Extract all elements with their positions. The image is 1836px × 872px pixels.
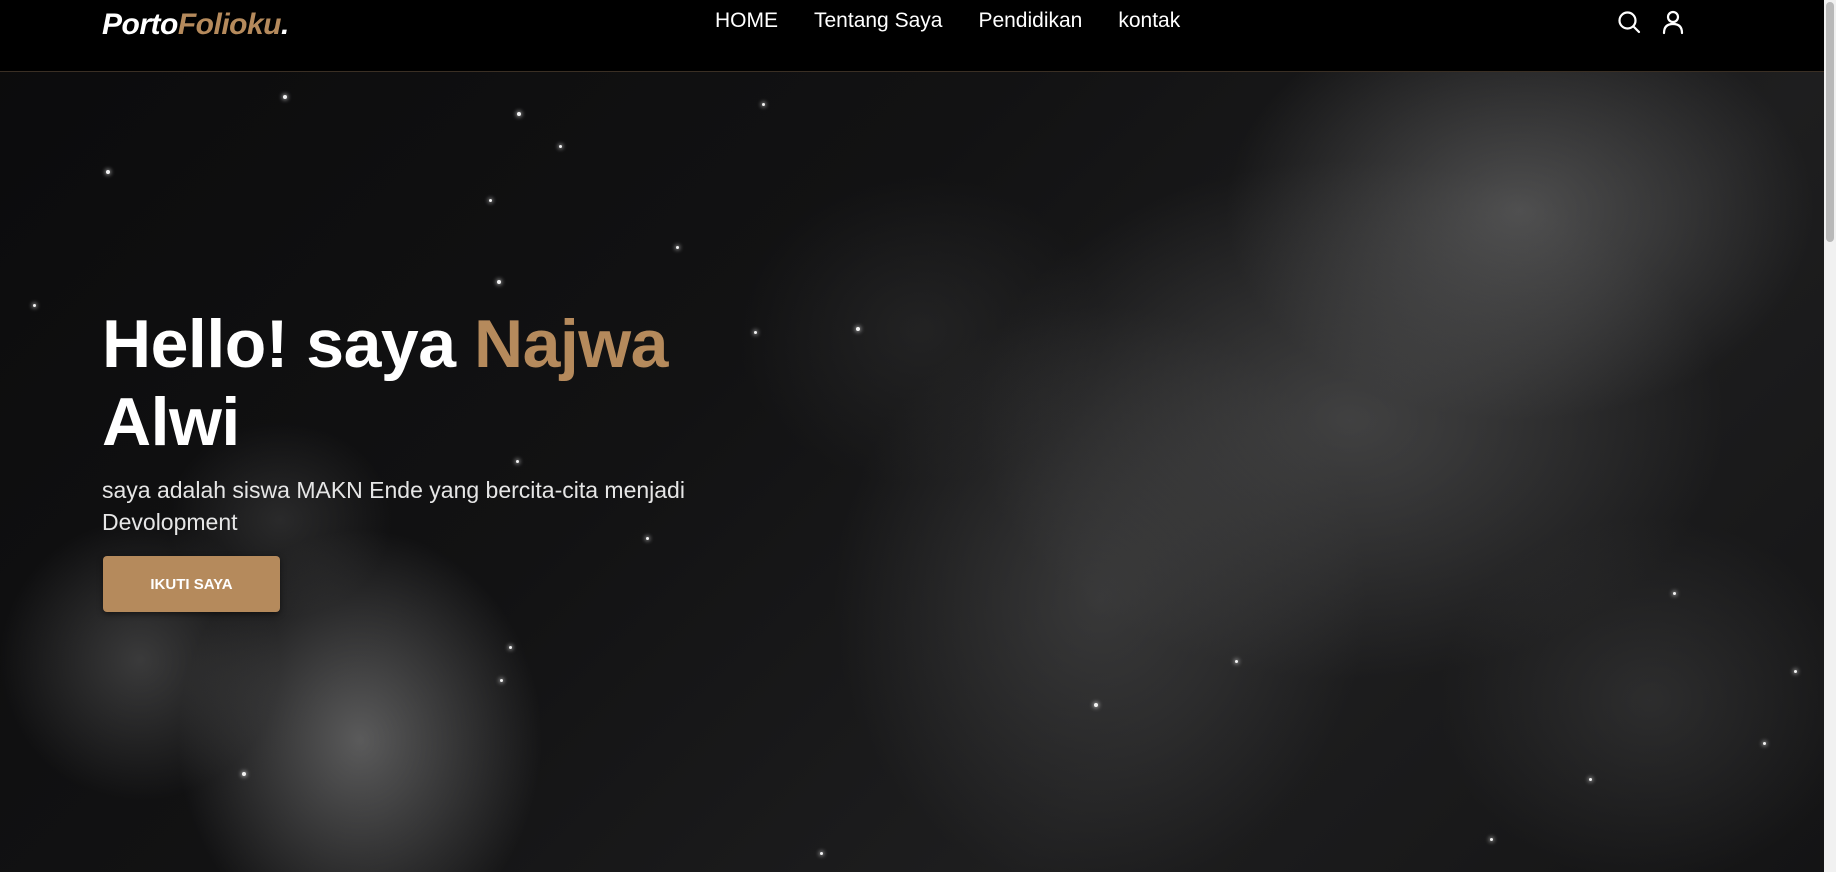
search-icon[interactable] [1616, 9, 1642, 35]
star [559, 145, 562, 148]
star [283, 95, 287, 99]
follow-me-button[interactable]: IKUTI SAYA [103, 556, 280, 612]
hero-title-name: Najwa [473, 306, 669, 382]
site-logo[interactable]: PortoFolioku. [102, 5, 289, 45]
user-icon[interactable] [1660, 9, 1686, 35]
page-scrollbar[interactable] [1824, 0, 1836, 872]
logo-dot: . [280, 8, 289, 41]
nav-item-home[interactable]: HOME [715, 6, 778, 36]
star [762, 103, 765, 106]
star [1794, 670, 1797, 673]
star [242, 772, 246, 776]
hero-title-prefix: Hello! saya [102, 306, 456, 382]
header-icons [1616, 9, 1686, 35]
site-header: PortoFolioku. HOME Tentang Saya Pendidik… [0, 0, 1824, 72]
star [1235, 660, 1238, 663]
logo-text-part1: Porto [102, 8, 178, 41]
star [820, 852, 823, 855]
nav-item-pendidikan[interactable]: Pendidikan [978, 6, 1082, 36]
star [509, 646, 512, 649]
nav-item-tentang-saya[interactable]: Tentang Saya [814, 6, 942, 36]
nav-item-kontak[interactable]: kontak [1118, 6, 1180, 36]
star [1673, 592, 1676, 595]
star [489, 199, 492, 202]
hero-title-last: Alwi [102, 384, 240, 460]
hero-subtitle: saya adalah siswa MAKN Ende yang bercita… [102, 477, 685, 535]
star [33, 304, 36, 307]
main-nav: HOME Tentang Saya Pendidikan kontak [715, 6, 1180, 36]
star [1763, 742, 1766, 745]
scrollbar-thumb[interactable] [1826, 2, 1834, 242]
star [1490, 838, 1493, 841]
logo-text-part2: Folioku [177, 8, 282, 41]
star [500, 679, 503, 682]
star [1094, 703, 1098, 707]
star [106, 170, 110, 174]
star [676, 246, 679, 249]
page: PortoFolioku. HOME Tentang Saya Pendidik… [0, 0, 1836, 872]
star [517, 112, 521, 116]
hero-title: Hello! saya Najwa Alwi [102, 305, 802, 461]
star [497, 280, 501, 284]
star [1589, 778, 1592, 781]
star [856, 327, 860, 331]
